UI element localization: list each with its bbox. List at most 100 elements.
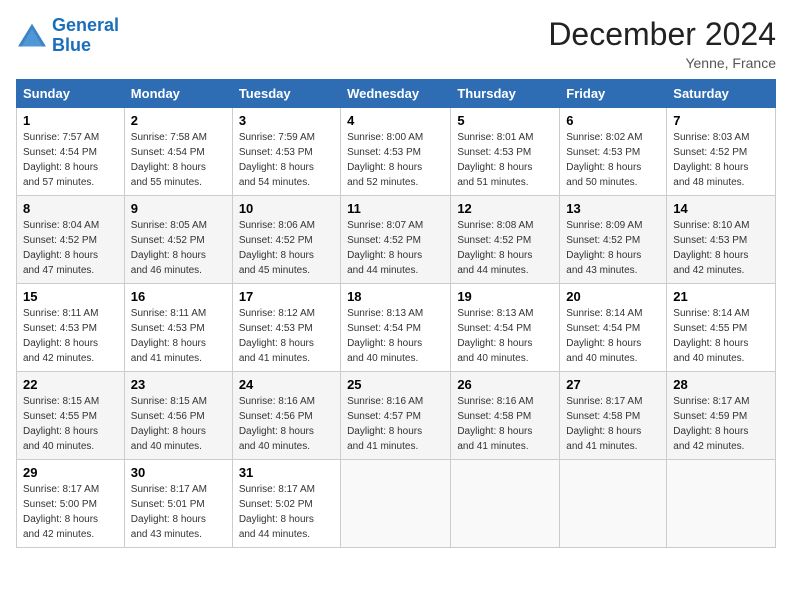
day-number: 12: [457, 201, 553, 216]
day-info: Sunrise: 8:11 AM Sunset: 4:53 PM Dayligh…: [131, 306, 226, 366]
day-info: Sunrise: 8:09 AM Sunset: 4:52 PM Dayligh…: [566, 218, 660, 278]
day-info: Sunrise: 8:04 AM Sunset: 4:52 PM Dayligh…: [23, 218, 118, 278]
day-number: 16: [131, 289, 226, 304]
day-info: Sunrise: 8:14 AM Sunset: 4:55 PM Dayligh…: [673, 306, 769, 366]
logo-text: General Blue: [52, 16, 119, 56]
day-number: 15: [23, 289, 118, 304]
calendar-cell: 11Sunrise: 8:07 AM Sunset: 4:52 PM Dayli…: [341, 196, 451, 284]
calendar-cell: 13 Sunrise: 8:09 AM Sunset: 4:52 PM Dayli…: [560, 196, 667, 284]
calendar-cell: [667, 460, 776, 548]
day-number: 30: [131, 465, 226, 480]
day-info: Sunrise: 8:14 AM Sunset: 4:54 PM Dayligh…: [566, 306, 660, 366]
day-number: 29: [23, 465, 118, 480]
calendar-cell: 31Sunrise: 8:17 AM Sunset: 5:02 PM Dayli…: [232, 460, 340, 548]
day-number: 26: [457, 377, 553, 392]
calendar-cell: 17 Sunrise: 8:12 AM Sunset: 4:53 PM Dayli…: [232, 284, 340, 372]
day-number: 28: [673, 377, 769, 392]
day-number: 27: [566, 377, 660, 392]
calendar-cell: 9 Sunrise: 8:05 AM Sunset: 4:52 PM Daylig…: [124, 196, 232, 284]
page-header: General Blue December 2024 Yenne, France: [16, 16, 776, 71]
calendar-cell: 30 Sunrise: 8:17 AM Sunset: 5:01 PM Dayli…: [124, 460, 232, 548]
col-header-monday: Monday: [124, 80, 232, 108]
day-info: Sunrise: 8:16 AM Sunset: 4:56 PM Dayligh…: [239, 394, 334, 454]
day-info: Sunrise: 8:16 AM Sunset: 4:58 PM Dayligh…: [457, 394, 553, 454]
day-number: 19: [457, 289, 553, 304]
calendar-cell: 28 Sunrise: 8:17 AM Sunset: 4:59 PM Dayli…: [667, 372, 776, 460]
day-info: Sunrise: 8:17 AM Sunset: 5:01 PM Dayligh…: [131, 482, 226, 542]
calendar-cell: [451, 460, 560, 548]
calendar-cell: 8 Sunrise: 8:04 AM Sunset: 4:52 PM Daylig…: [17, 196, 125, 284]
day-number: 11: [347, 201, 444, 216]
day-number: 2: [131, 113, 226, 128]
day-number: 17: [239, 289, 334, 304]
day-number: 24: [239, 377, 334, 392]
col-header-friday: Friday: [560, 80, 667, 108]
col-header-wednesday: Wednesday: [341, 80, 451, 108]
calendar-cell: 16 Sunrise: 8:11 AM Sunset: 4:53 PM Dayli…: [124, 284, 232, 372]
day-info: Sunrise: 8:02 AM Sunset: 4:53 PM Dayligh…: [566, 130, 660, 190]
calendar-cell: 7 Sunrise: 8:03 AM Sunset: 4:52 PM Daylig…: [667, 108, 776, 196]
calendar-cell: 1Sunrise: 7:57 AM Sunset: 4:54 PM Daylig…: [17, 108, 125, 196]
day-info: Sunrise: 8:17 AM Sunset: 5:00 PM Dayligh…: [23, 482, 118, 542]
calendar-table: SundayMondayTuesdayWednesdayThursdayFrid…: [16, 79, 776, 548]
logo-icon: [16, 22, 48, 50]
calendar-cell: 29 Sunrise: 8:17 AM Sunset: 5:00 PM Dayli…: [17, 460, 125, 548]
day-number: 7: [673, 113, 769, 128]
day-number: 10: [239, 201, 334, 216]
calendar-cell: 14 Sunrise: 8:10 AM Sunset: 4:53 PM Dayli…: [667, 196, 776, 284]
col-header-saturday: Saturday: [667, 80, 776, 108]
day-info: Sunrise: 8:05 AM Sunset: 4:52 PM Dayligh…: [131, 218, 226, 278]
title-block: December 2024 Yenne, France: [548, 16, 776, 71]
calendar-cell: 18 Sunrise: 8:13 AM Sunset: 4:54 PM Dayli…: [341, 284, 451, 372]
day-info: Sunrise: 8:13 AM Sunset: 4:54 PM Dayligh…: [347, 306, 444, 366]
day-info: Sunrise: 8:08 AM Sunset: 4:52 PM Dayligh…: [457, 218, 553, 278]
day-info: Sunrise: 8:17 AM Sunset: 4:59 PM Dayligh…: [673, 394, 769, 454]
calendar-cell: 12 Sunrise: 8:08 AM Sunset: 4:52 PM Dayli…: [451, 196, 560, 284]
col-header-sunday: Sunday: [17, 80, 125, 108]
day-number: 22: [23, 377, 118, 392]
day-number: 6: [566, 113, 660, 128]
calendar-cell: 20 Sunrise: 8:14 AM Sunset: 4:54 PM Dayli…: [560, 284, 667, 372]
day-info: Sunrise: 7:57 AM Sunset: 4:54 PM Dayligh…: [23, 130, 118, 190]
day-info: Sunrise: 8:01 AM Sunset: 4:53 PM Dayligh…: [457, 130, 553, 190]
calendar-cell: 25 Sunrise: 8:16 AM Sunset: 4:57 PM Dayli…: [341, 372, 451, 460]
calendar-cell: 23 Sunrise: 8:15 AM Sunset: 4:56 PM Dayli…: [124, 372, 232, 460]
calendar-cell: 26 Sunrise: 8:16 AM Sunset: 4:58 PM Dayli…: [451, 372, 560, 460]
day-info: Sunrise: 8:15 AM Sunset: 4:55 PM Dayligh…: [23, 394, 118, 454]
day-info: Sunrise: 8:11 AM Sunset: 4:53 PM Dayligh…: [23, 306, 118, 366]
calendar-cell: [560, 460, 667, 548]
calendar-cell: 5Sunrise: 8:01 AM Sunset: 4:53 PM Daylig…: [451, 108, 560, 196]
day-info: Sunrise: 8:10 AM Sunset: 4:53 PM Dayligh…: [673, 218, 769, 278]
calendar-cell: 24 Sunrise: 8:16 AM Sunset: 4:56 PM Dayli…: [232, 372, 340, 460]
logo: General Blue: [16, 16, 119, 56]
calendar-cell: 4 Sunrise: 8:00 AM Sunset: 4:53 PM Daylig…: [341, 108, 451, 196]
day-number: 9: [131, 201, 226, 216]
calendar-cell: [341, 460, 451, 548]
day-number: 20: [566, 289, 660, 304]
day-info: Sunrise: 7:59 AM Sunset: 4:53 PM Dayligh…: [239, 130, 334, 190]
day-number: 18: [347, 289, 444, 304]
calendar-cell: 10 Sunrise: 8:06 AM Sunset: 4:52 PM Dayli…: [232, 196, 340, 284]
col-header-tuesday: Tuesday: [232, 80, 340, 108]
day-number: 25: [347, 377, 444, 392]
calendar-cell: 19 Sunrise: 8:13 AM Sunset: 4:54 PM Dayli…: [451, 284, 560, 372]
calendar-cell: 3 Sunrise: 7:59 AM Sunset: 4:53 PM Daylig…: [232, 108, 340, 196]
day-number: 23: [131, 377, 226, 392]
calendar-cell: 21Sunrise: 8:14 AM Sunset: 4:55 PM Dayli…: [667, 284, 776, 372]
day-number: 8: [23, 201, 118, 216]
day-info: Sunrise: 8:03 AM Sunset: 4:52 PM Dayligh…: [673, 130, 769, 190]
day-number: 3: [239, 113, 334, 128]
day-info: Sunrise: 8:16 AM Sunset: 4:57 PM Dayligh…: [347, 394, 444, 454]
day-info: Sunrise: 8:13 AM Sunset: 4:54 PM Dayligh…: [457, 306, 553, 366]
day-info: Sunrise: 8:06 AM Sunset: 4:52 PM Dayligh…: [239, 218, 334, 278]
day-number: 14: [673, 201, 769, 216]
day-info: Sunrise: 8:15 AM Sunset: 4:56 PM Dayligh…: [131, 394, 226, 454]
day-number: 13: [566, 201, 660, 216]
calendar-cell: 6 Sunrise: 8:02 AM Sunset: 4:53 PM Daylig…: [560, 108, 667, 196]
day-info: Sunrise: 8:00 AM Sunset: 4:53 PM Dayligh…: [347, 130, 444, 190]
day-info: Sunrise: 8:17 AM Sunset: 4:58 PM Dayligh…: [566, 394, 660, 454]
calendar-cell: 2Sunrise: 7:58 AM Sunset: 4:54 PM Daylig…: [124, 108, 232, 196]
day-info: Sunrise: 8:12 AM Sunset: 4:53 PM Dayligh…: [239, 306, 334, 366]
day-number: 4: [347, 113, 444, 128]
day-info: Sunrise: 8:17 AM Sunset: 5:02 PM Dayligh…: [239, 482, 334, 542]
